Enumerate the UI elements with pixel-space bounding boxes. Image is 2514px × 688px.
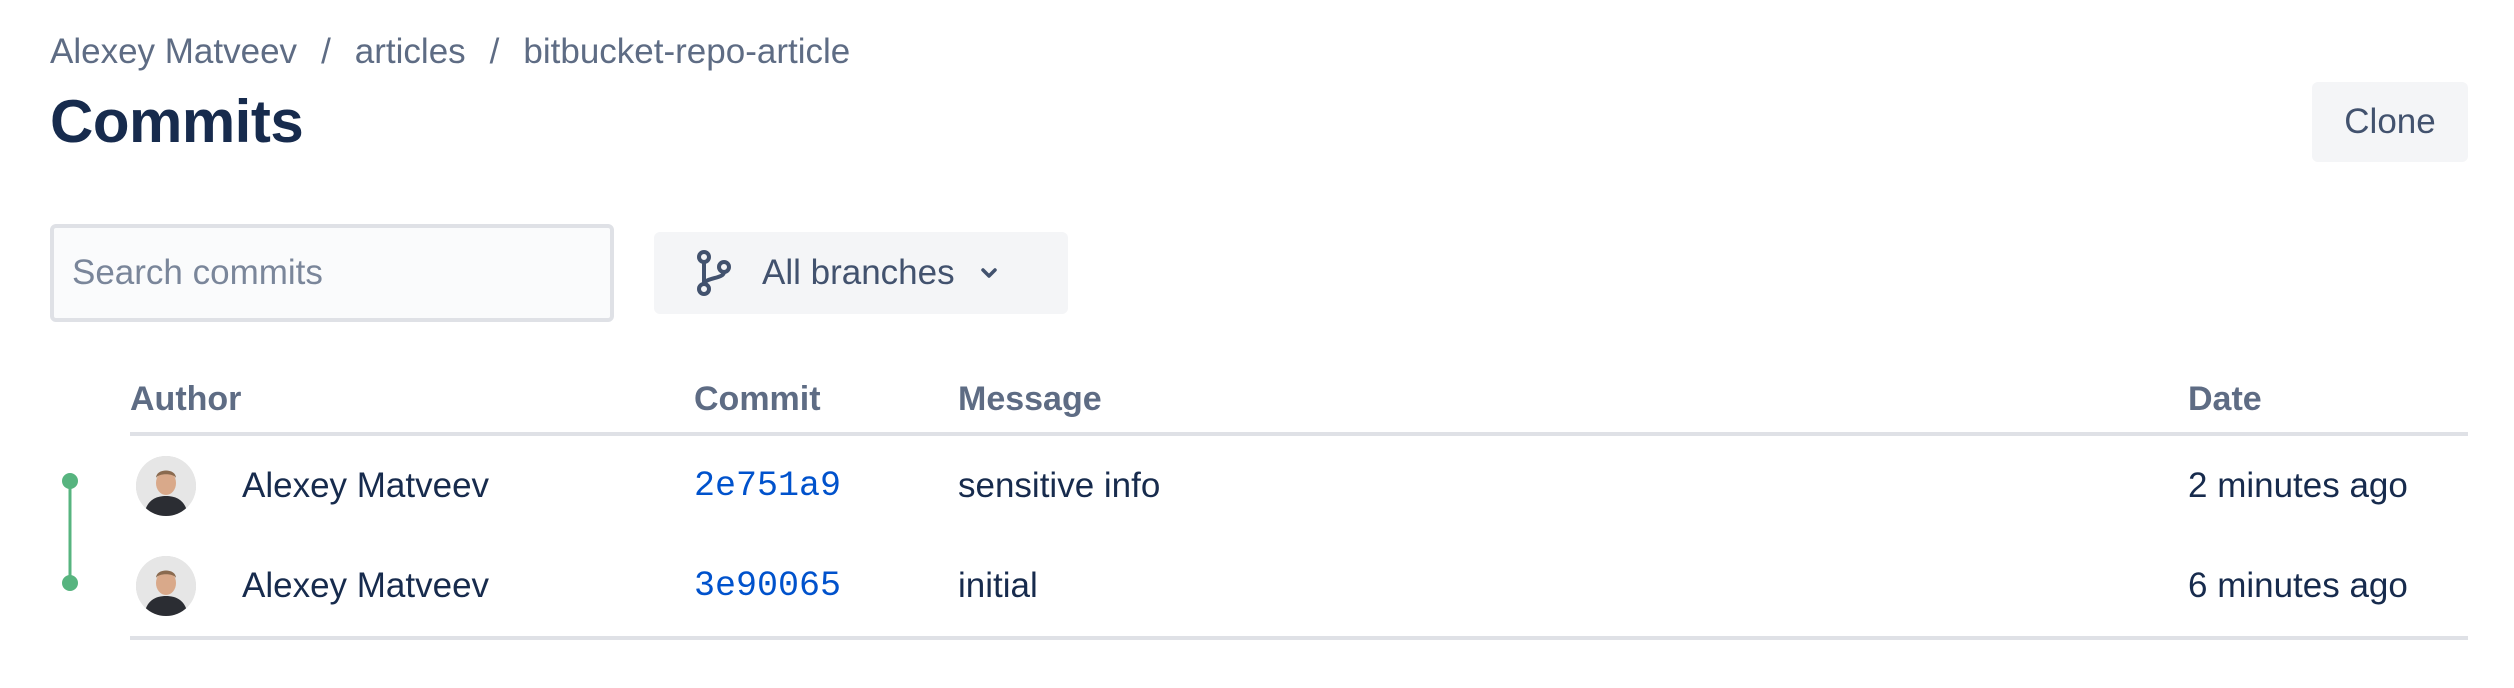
page-title: Commits — [50, 88, 304, 155]
commit-message: initial — [958, 566, 1038, 605]
avatar — [136, 456, 196, 516]
chevron-down-icon — [977, 261, 1001, 285]
author-name: Alexey Matveev — [242, 566, 490, 605]
commit-message: sensitive info — [958, 466, 1161, 505]
header-date: Date — [2188, 380, 2262, 418]
commit-graph-node — [62, 575, 78, 591]
commits-table: Author Commit Message Date Alexey Matvee… — [130, 370, 2468, 640]
breadcrumb-separator: / — [489, 32, 500, 71]
commit-graph — [62, 473, 78, 591]
table-header: Author Commit Message Date — [130, 370, 2468, 436]
breadcrumb: Alexey Matveev / articles / bitbucket-re… — [50, 28, 850, 76]
search-commits-input[interactable] — [50, 224, 614, 322]
avatar — [136, 556, 196, 616]
breadcrumb-user[interactable]: Alexey Matveev — [50, 32, 297, 72]
header-message: Message — [958, 380, 1102, 418]
branch-icon — [694, 249, 734, 297]
author-name: Alexey Matveev — [242, 466, 490, 505]
breadcrumb-separator: / — [321, 32, 331, 71]
header-author: Author — [130, 380, 242, 418]
table-body: Alexey Matveev 2e751a9 sensitive info 2 … — [130, 436, 2468, 640]
branch-filter-dropdown[interactable]: All branches — [654, 232, 1068, 314]
commit-graph-node — [62, 473, 78, 489]
breadcrumb-project[interactable]: articles — [355, 32, 466, 72]
header-commit: Commit — [694, 380, 821, 418]
clone-button[interactable]: Clone — [2312, 82, 2468, 162]
table-row[interactable]: Alexey Matveev 2e751a9 sensitive info 2 … — [130, 436, 2468, 536]
commit-date: 2 minutes ago — [2188, 466, 2408, 505]
table-row[interactable]: Alexey Matveev 3e90065 initial 6 minutes… — [130, 536, 2468, 636]
commit-date: 6 minutes ago — [2188, 566, 2408, 605]
branch-filter-label: All branches — [762, 253, 955, 292]
commit-hash-link[interactable]: 3e90065 — [694, 536, 841, 636]
commit-hash-link[interactable]: 2e751a9 — [694, 436, 841, 536]
breadcrumb-repo[interactable]: bitbucket-repo-article — [523, 32, 850, 72]
